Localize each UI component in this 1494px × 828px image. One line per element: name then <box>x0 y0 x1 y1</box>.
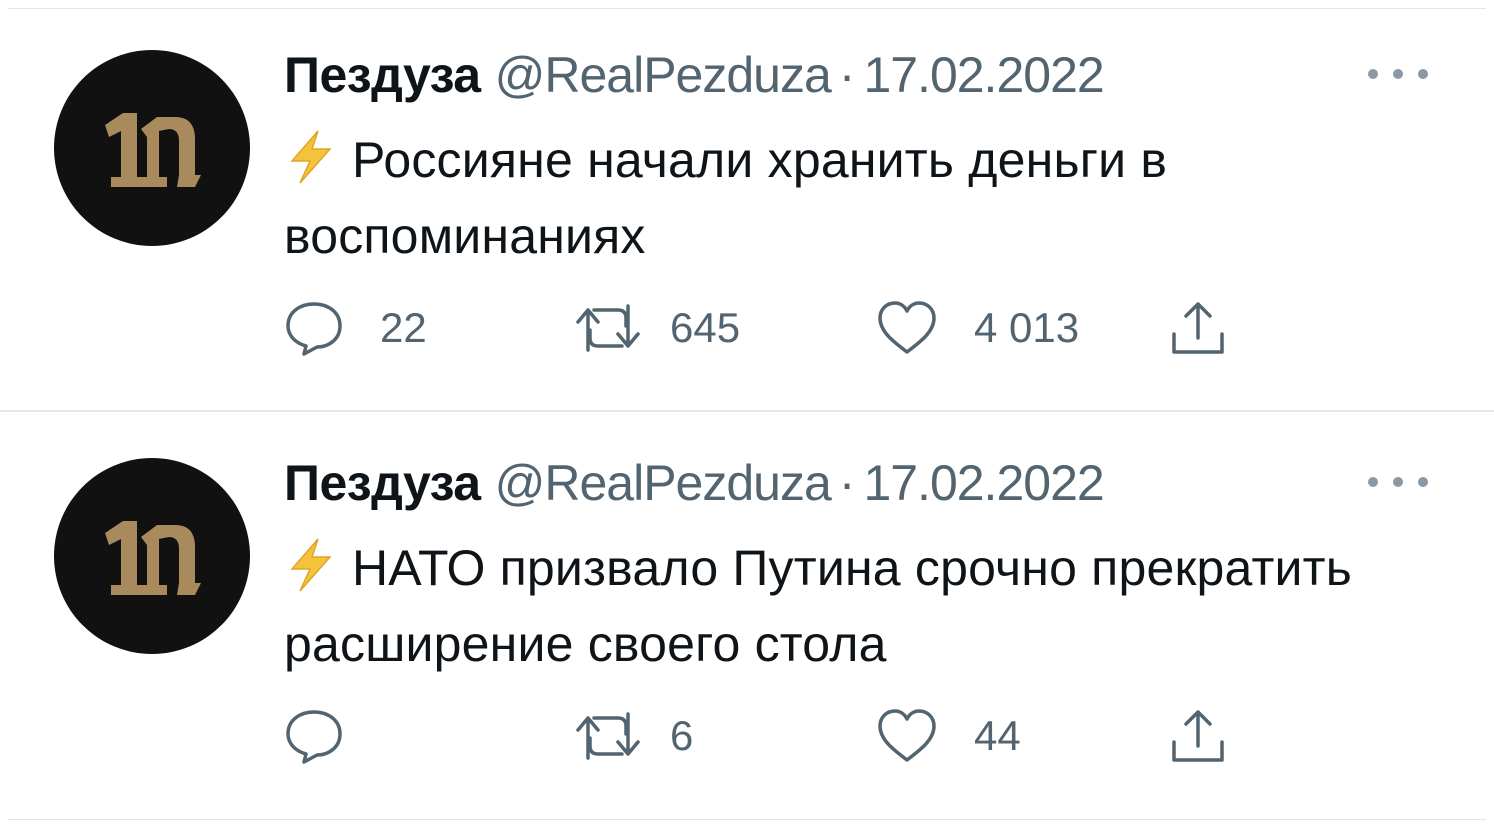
reply-button[interactable] <box>284 704 380 768</box>
like-count: 4 013 <box>974 304 1080 351</box>
like-button[interactable]: 4 013 <box>876 296 1079 360</box>
tweet-actions: 6 44 <box>284 704 1244 768</box>
share-icon <box>1172 302 1224 354</box>
more-options-icon[interactable] <box>1368 470 1428 494</box>
retweet-button[interactable]: 645 <box>574 296 740 360</box>
tweet-actions: 22 645 4 013 <box>284 296 1244 360</box>
dot <box>1393 477 1403 487</box>
separator-dot: · <box>838 455 856 511</box>
author-name[interactable]: Пездуза <box>284 44 481 106</box>
reply-button[interactable]: 22 <box>284 296 427 360</box>
tweet-header: Пездуза @RealPezduza · 17.02.2022 <box>284 44 1105 106</box>
tweet-text-content: Россияне начали хранить деньги в воспоми… <box>284 132 1168 264</box>
retweet-button[interactable]: 6 <box>574 704 693 768</box>
tweet-date[interactable]: 17.02.2022 <box>863 44 1104 106</box>
author-handle[interactable]: @RealPezduza <box>495 452 832 514</box>
tweet[interactable]: Пездуза @RealPezduza · 17.02.2022 НАТО п… <box>0 408 1494 808</box>
heart-icon <box>878 709 936 762</box>
pezduza-logo-icon <box>105 113 201 187</box>
author-name[interactable]: Пездуза <box>284 452 481 514</box>
lightning-bolt-icon <box>290 538 332 592</box>
share-icon <box>1172 710 1224 762</box>
reply-icon <box>286 710 342 764</box>
tweet-text: Россияне начали хранить деньги в воспоми… <box>284 122 1364 274</box>
like-count: 44 <box>974 712 1021 759</box>
share-button[interactable] <box>1168 704 1228 768</box>
reply-count: 22 <box>380 304 427 351</box>
avatar[interactable] <box>54 50 250 246</box>
reply-icon <box>286 302 342 356</box>
pezduza-logo-icon <box>105 521 201 595</box>
avatar[interactable] <box>54 458 250 654</box>
more-options-icon[interactable] <box>1368 62 1428 86</box>
tweet-date[interactable]: 17.02.2022 <box>863 452 1104 514</box>
tweet-text-content: НАТО призвало Путина срочно прекратить р… <box>284 540 1353 672</box>
like-button[interactable]: 44 <box>876 704 1021 768</box>
retweet-icon <box>576 712 640 760</box>
lightning-bolt-icon <box>290 130 332 184</box>
share-button[interactable] <box>1168 296 1228 360</box>
dot <box>1418 69 1428 79</box>
tweet-text: НАТО призвало Путина срочно прекратить р… <box>284 530 1364 682</box>
author-handle[interactable]: @RealPezduza <box>495 44 832 106</box>
heart-icon <box>878 301 936 354</box>
separator-dot: · <box>838 47 856 103</box>
dot <box>1393 69 1403 79</box>
retweet-icon <box>576 304 640 352</box>
tweet-header: Пездуза @RealPezduza · 17.02.2022 <box>284 452 1105 514</box>
retweet-count: 6 <box>670 712 694 759</box>
dot <box>1418 477 1428 487</box>
tweet[interactable]: Пездуза @RealPezduza · 17.02.2022 Россия… <box>0 0 1494 400</box>
dot <box>1368 477 1378 487</box>
retweet-count: 645 <box>670 304 741 351</box>
dot <box>1368 69 1378 79</box>
